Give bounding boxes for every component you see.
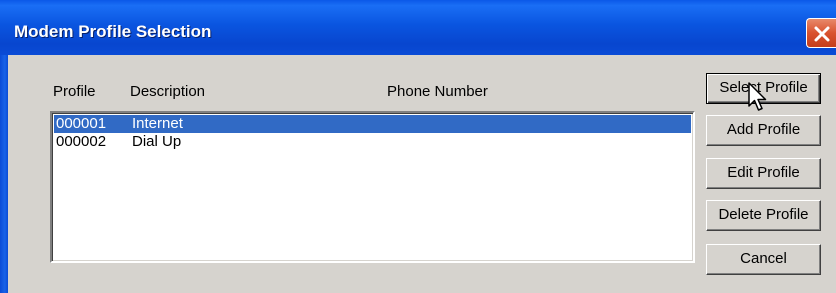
profile-row-000002[interactable]: 000002 Dial Up bbox=[54, 133, 691, 151]
profile-id: 000002 bbox=[56, 133, 107, 150]
profile-row-000001[interactable]: 000001 Internet bbox=[54, 115, 691, 133]
profile-description: Dial Up bbox=[132, 133, 182, 150]
dialog-client-area: Profile Description Phone Number 000001 … bbox=[0, 55, 836, 293]
column-header-profile[interactable]: Profile bbox=[53, 83, 96, 100]
column-header-description[interactable]: Description bbox=[130, 83, 205, 100]
close-x-icon bbox=[814, 26, 830, 42]
column-header-phone-number[interactable]: Phone Number bbox=[387, 83, 488, 100]
delete-profile-button[interactable]: Delete Profile bbox=[706, 200, 821, 231]
dialog-window: Modem Profile Selection Profile Descript… bbox=[0, 0, 836, 293]
mouse-pointer-icon bbox=[748, 82, 767, 111]
cancel-button[interactable]: Cancel bbox=[706, 244, 821, 275]
profile-list[interactable]: 000001 Internet 000002 Dial Up bbox=[50, 111, 695, 263]
profile-description: Internet bbox=[132, 115, 183, 132]
add-profile-button[interactable]: Add Profile bbox=[706, 115, 821, 146]
close-button[interactable] bbox=[806, 18, 836, 48]
title-bar[interactable]: Modem Profile Selection bbox=[0, 0, 836, 55]
window-title: Modem Profile Selection bbox=[14, 22, 212, 41]
profile-id: 000001 bbox=[56, 115, 107, 132]
edit-profile-button[interactable]: Edit Profile bbox=[706, 158, 821, 189]
